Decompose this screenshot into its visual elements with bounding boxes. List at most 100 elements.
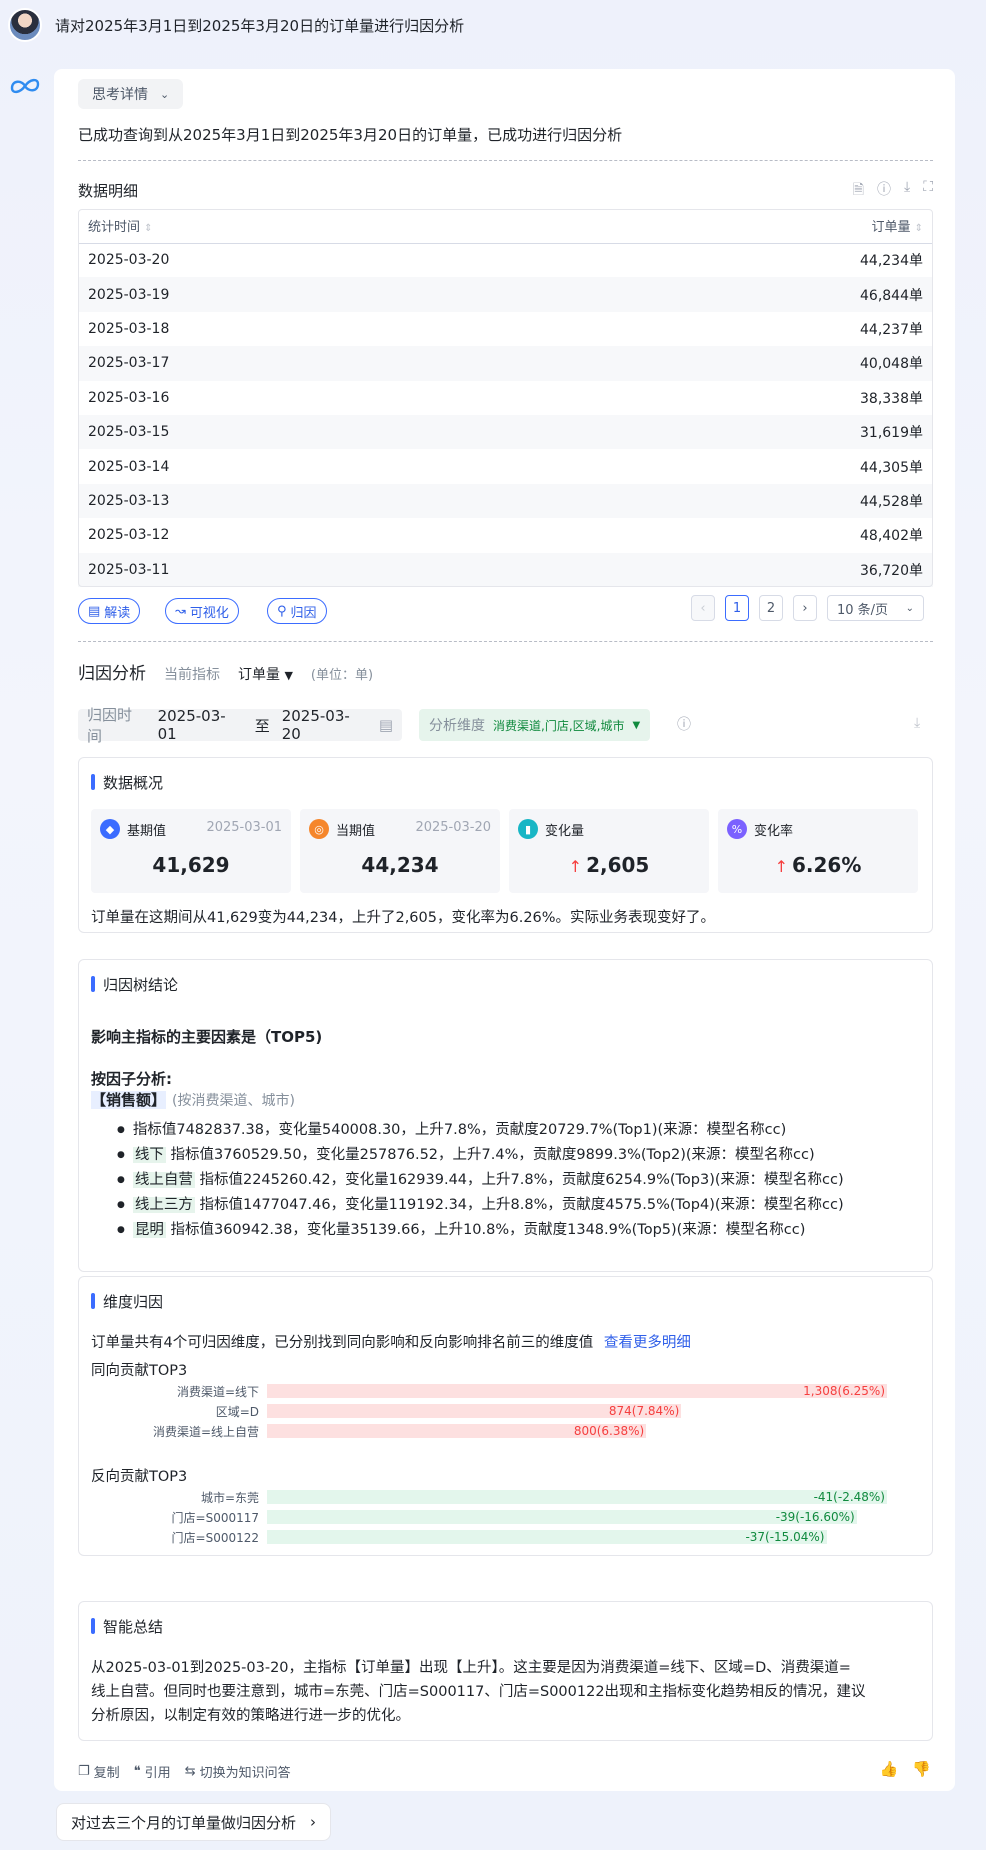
dimension-panel: 维度归因 订单量共有4个可归因维度，已分别找到同向影响和反向影响排名前三的维度值…	[78, 1276, 933, 1556]
attribution-title: 归因分析	[78, 664, 146, 684]
table-row: 2025-03-20 44,234单	[88, 252, 923, 270]
fullscreen-icon[interactable]: ⛶	[923, 179, 933, 203]
switch-icon: ⇆	[184, 1764, 196, 1779]
arrow-up-icon: ↑	[774, 857, 788, 876]
attribution-header: 归因分析 当前指标 订单量 ▼ (单位：单)	[78, 659, 373, 684]
bar-value: 800(6.38%)	[573, 1424, 645, 1438]
tree-panel: 归因树结论 影响主指标的主要因素是（TOP5) 按因子分析: 【销售额】 (按消费…	[78, 959, 933, 1272]
suggested-question[interactable]: 对过去三个月的订单量做归因分析 ›	[56, 1803, 332, 1841]
list-item: 昆明 指标值360942.38，变化量35139.66，上升10.8%，贡献度1…	[117, 1218, 844, 1243]
dimension-title: 维度归因	[91, 1291, 163, 1312]
overview-title: 数据概况	[91, 772, 163, 793]
smart-text: 从2025-03-01到2025-03-20，主指标【订单量】出现【上升】。这主…	[91, 1660, 866, 1724]
table-row: 2025-03-16 38,338单	[88, 389, 923, 407]
bar-label: 区域=D	[215, 1404, 259, 1419]
bar-row: 区域=D 874(7.84%)	[79, 1403, 887, 1419]
user-avatar	[8, 8, 42, 42]
table-row: 2025-03-17 40,048单	[78, 346, 933, 381]
chevron-down-icon: ⌄	[905, 602, 914, 614]
bar-value: 1,308(6.25%)	[803, 1384, 885, 1398]
table-row: 2025-03-12 48,402单	[88, 527, 923, 545]
overview-text: 订单量在这期间从41,629变为44,234，上升了2,605，变化率为6.26…	[91, 910, 716, 926]
table-row: 2025-03-15 31,619单	[78, 414, 933, 450]
think-details-label: 思考详情	[92, 87, 148, 103]
smart-title: 智能总结	[91, 1616, 163, 1637]
answer-card: 思考详情 ⌄ 已成功查询到从2025年3月1日到2025年3月20日的订单量，已…	[54, 69, 955, 1791]
table-row: 2025-03-11 36,720单	[78, 552, 933, 587]
info-icon[interactable]: ⓘ	[877, 179, 891, 203]
export-file-icon[interactable]: 🗎	[853, 179, 864, 203]
start-date[interactable]: 2025-03-01	[158, 707, 243, 743]
bar-row: 门店=S000122 -37(-15.04%)	[79, 1529, 887, 1545]
dimension-desc: 订单量共有4个可归因维度，已分别找到同向影响和反向影响排名前三的维度值 查看更多…	[91, 1335, 691, 1351]
document-icon: ▤	[88, 603, 101, 619]
next-page-button[interactable]: ›	[793, 595, 817, 621]
attribute-button[interactable]: ⚲ 归因	[267, 598, 327, 624]
pagination: ‹ 1 2 › 10 条/页 ⌄	[691, 595, 924, 621]
calendar-icon: ▤	[378, 716, 393, 734]
kpi-change-rate: % 变化率 ↑ 6.26%	[718, 809, 918, 893]
quote-icon: ❝	[133, 1764, 141, 1779]
visualize-button[interactable]: ↝ 可视化	[165, 598, 239, 624]
bar-label: 城市=东莞	[200, 1490, 259, 1505]
list-item: 线上自营 指标值2245260.42，变化量162939.44，上升7.8%，贡…	[117, 1168, 844, 1193]
page-2-button[interactable]: 2	[759, 595, 783, 621]
tree-title: 归因树结论	[91, 974, 178, 995]
dimension-values: 消费渠道,门店,区域,城市	[493, 718, 625, 733]
divider	[78, 160, 933, 161]
download-icon[interactable]: ⤓	[904, 179, 910, 203]
user-question: 请对2025年3月1日到2025年3月20日的订单量进行归因分析	[55, 16, 465, 35]
thumbs-down-icon[interactable]: 👎	[912, 1760, 931, 1778]
smart-summary-panel: 智能总结 从2025-03-01到2025-03-20，主指标【订单量】出现【上…	[78, 1601, 933, 1741]
tree-heading: 影响主指标的主要因素是（TOP5)	[91, 1028, 323, 1046]
copy-icon: ❐	[78, 1764, 90, 1779]
list-item: 指标值7482837.38，变化量540008.30，上升7.8%，贡献度207…	[117, 1118, 844, 1143]
column-header-orders[interactable]: 订单量 ⇕	[548, 209, 933, 244]
user-message-row: 请对2025年3月1日到2025年3月20日的订单量进行归因分析	[8, 8, 464, 42]
switch-knowledge-button[interactable]: ⇆ 切换为知识问答	[185, 1762, 291, 1781]
chevron-down-icon: ⌄	[160, 87, 170, 101]
bar-label: 消费渠道=线下	[176, 1384, 259, 1399]
bar: -39(-16.60%)	[267, 1510, 857, 1524]
bar-row: 消费渠道=线上自营 800(6.38%)	[79, 1423, 887, 1439]
bar-value: 874(7.84%)	[608, 1404, 680, 1418]
bar-label: 门店=S000117	[171, 1510, 259, 1525]
page-size-select[interactable]: 10 条/页 ⌄	[827, 595, 924, 621]
kpi-current: ◎ 当期值 2025-03-20 44,234	[300, 809, 500, 893]
view-more-link[interactable]: 查看更多明细	[604, 1335, 691, 1351]
chevron-right-icon: ›	[310, 1813, 317, 1831]
metric-select[interactable]: 订单量 ▼	[238, 664, 293, 684]
attribution-time-range[interactable]: 归因时间 2025-03-01 至 2025-03-20 ▤	[78, 706, 402, 745]
bar: 1,308(6.25%)	[267, 1384, 887, 1398]
copy-button[interactable]: ❐ 复制	[78, 1762, 120, 1781]
detail-title: 数据明细	[78, 182, 139, 200]
list-item: 线下 指标值3760529.50，变化量257876.52，上升7.4%，贡献度…	[117, 1143, 844, 1168]
factor-list: 指标值7482837.38，变化量540008.30，上升7.8%，贡献度207…	[117, 1118, 844, 1243]
overview-panel: 数据概况 ◆ 基期值 2025-03-01 41,629 ◎ 当期值 2025-…	[78, 757, 933, 933]
answer-footer: ❐ 复制 ❝ 引用 ⇆ 切换为知识问答	[78, 1762, 291, 1781]
bar-row: 消费渠道=线下 1,308(6.25%)	[79, 1383, 887, 1399]
positive-title: 同向贡献TOP3	[91, 1363, 188, 1379]
sort-icon: ⇕	[914, 223, 923, 235]
tag-icon: ◆	[100, 819, 120, 839]
arrow-up-icon: ↑	[568, 857, 583, 876]
end-date[interactable]: 2025-03-20	[282, 707, 367, 743]
page-1-button[interactable]: 1	[725, 595, 749, 621]
thumbs-up-icon[interactable]: 👍	[880, 1760, 899, 1778]
info-icon[interactable]: ⓘ	[677, 714, 691, 734]
table-row: 2025-03-13 44,528单	[78, 483, 933, 519]
quote-button[interactable]: ❝ 引用	[134, 1762, 171, 1781]
think-details-toggle[interactable]: 思考详情 ⌄	[78, 79, 184, 109]
bar-row: 门店=S000117 -39(-16.60%)	[79, 1509, 887, 1525]
column-header-time[interactable]: 统计时间 ⇕	[78, 209, 549, 244]
bar-value: -39(-16.60%)	[775, 1510, 855, 1524]
bar-label: 消费渠道=线上自营	[152, 1424, 259, 1439]
download-icon[interactable]: ⤓	[914, 715, 920, 731]
prev-page-button[interactable]: ‹	[691, 595, 715, 621]
detail-table: 统计时间 ⇕ 订单量 ⇕ 2025-03-20 44,234单 2025-03-1…	[78, 209, 933, 587]
analysis-dimension-select[interactable]: 分析维度 消费渠道,门店,区域,城市 ▼	[419, 709, 651, 741]
divider	[78, 641, 933, 642]
factor-label: 【销售额】 (按消费渠道、城市)	[91, 1091, 295, 1109]
interpret-button[interactable]: ▤ 解读	[78, 598, 141, 624]
assistant-logo-icon	[10, 78, 40, 94]
